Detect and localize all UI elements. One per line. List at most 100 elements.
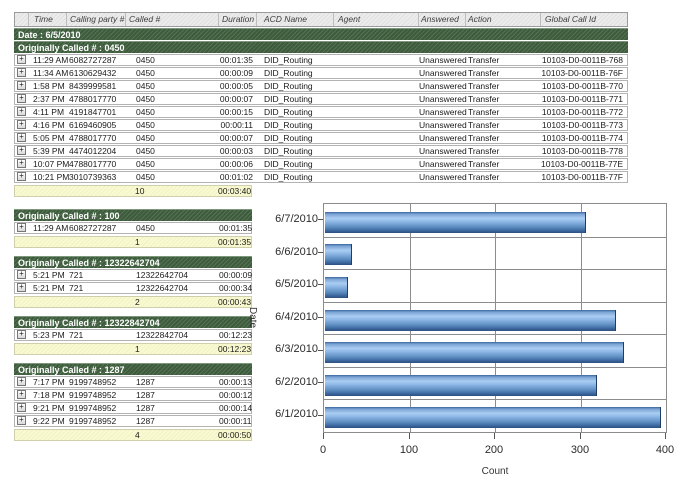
x-tick-label: 0 [301,444,345,456]
expand-cell: + [15,416,29,426]
group-header-band: Originally Called # : 12322642704 [14,256,252,268]
date-group-band: Date : 6/5/2010 [14,28,628,40]
expand-cell: + [15,120,29,130]
expand-row-button[interactable]: + [17,270,26,279]
cell-called: 0450 [126,81,219,91]
expand-row-button[interactable]: + [17,159,26,168]
group-header-label: Originally Called # : 1287 [18,365,125,375]
expand-row-button[interactable]: + [17,146,26,155]
x-tick-mark [494,433,495,439]
cell-act: Transfer [466,55,541,65]
cell-ans: Unanswered [419,146,466,156]
cell-acd: DID_Routing [257,133,334,143]
cell-time: 10:21 PM [29,172,67,182]
expand-row-button[interactable]: + [17,377,26,386]
x-tick-mark [323,433,324,439]
expand-row-button[interactable]: + [17,133,26,142]
expand-row-button[interactable]: + [17,330,26,339]
cell-agent [334,172,419,182]
group-header-band: Originally Called # : 100 [14,209,252,221]
expand-row-button[interactable]: + [17,55,26,64]
cell-act: Transfer [466,159,541,169]
cell-calling: 721 [67,330,126,340]
cell-act: Transfer [466,172,541,182]
summary-call-count: 2 [125,297,218,307]
table-header-row: TimeCalling party #Called #DurationACD N… [14,12,628,27]
cell-dur: 00:00:07 [219,94,257,104]
cell-acd: DID_Routing [257,94,334,104]
expand-cell: + [15,283,29,293]
expand-row-button[interactable]: + [17,416,26,425]
expand-row-button[interactable]: + [17,223,26,232]
gridline-horizontal [324,399,666,400]
cell-acd: DID_Routing [257,55,334,65]
gridline-horizontal [324,334,666,335]
expand-row-button[interactable]: + [17,390,26,399]
cell-time: 5:21 PM [29,270,67,280]
expand-row-button[interactable]: + [17,120,26,129]
cell-acd: DID_Routing [257,107,334,117]
y-tick-mark [318,382,323,383]
expand-row-button[interactable]: + [17,68,26,77]
cell-time: 7:18 PM [29,390,67,400]
column-header-act: Action [466,13,541,26]
expand-cell: + [15,159,29,169]
cell-called: 1287 [126,416,219,426]
expand-row-button[interactable]: + [17,403,26,412]
chart-bar [325,244,352,265]
cell-called: 0450 [126,94,219,104]
expand-cell: + [15,81,29,91]
x-tick-mark [665,433,666,439]
y-tick-label: 6/2/2010 [258,366,318,399]
cell-act: Transfer [466,68,541,78]
group-summary-row: 100:12:23 [14,343,252,355]
cell-dur: 00:00:03 [219,146,257,156]
cell-dur: 00:01:35 [219,55,257,65]
column-header-called: Called # [126,13,219,26]
cell-time: 5:39 PM [29,146,67,156]
column-header-calling: Calling party # [67,13,126,26]
cell-act: Transfer [466,81,541,91]
expand-row-button[interactable]: + [17,81,26,90]
expand-cell: + [15,55,29,65]
expand-row-button[interactable]: + [17,107,26,116]
expand-row-button[interactable]: + [17,94,26,103]
cell-act: Transfer [466,133,541,143]
call-report-screen: TimeCalling party #Called #DurationACD N… [0,0,676,485]
table-row: +2:37 PM4788017770045000:00:07DID_Routin… [14,93,628,105]
expand-cell: + [15,107,29,117]
cell-called: 1287 [126,403,219,413]
group-header-band: Originally Called # : 0450 [14,41,628,53]
table-row: +1:58 PM8439999581045000:00:05DID_Routin… [14,80,628,92]
cell-calling: 9199748952 [67,377,126,387]
x-tick-mark [580,433,581,439]
cell-called: 1287 [126,377,219,387]
table-row: +5:21 PM7211232264270400:00:34 [14,282,252,294]
chart-bar [325,375,597,396]
group-summary-row: 200:00:43 [14,296,252,308]
y-tick-mark [318,350,323,351]
cell-called: 12322642704 [126,283,219,293]
cell-acd: DID_Routing [257,172,334,182]
expand-row-button[interactable]: + [17,283,26,292]
cell-ans: Unanswered [419,81,466,91]
cell-called: 0450 [126,146,219,156]
cell-gid: 10103-D0-0011B-771 [541,94,629,104]
expand-row-button[interactable]: + [17,172,26,181]
group-header-label: Originally Called # : 12322642704 [18,258,160,268]
expand-cell: + [15,403,29,413]
cell-called: 1287 [126,390,219,400]
y-tick-mark [318,284,323,285]
cell-gid: 10103-D0-0011B-768 [541,55,629,65]
summary-call-count: 1 [125,344,218,354]
column-header-gid: Global Call Id [541,13,629,26]
y-tick-label: 6/6/2010 [258,236,318,269]
y-axis-title: Date [247,203,258,433]
cell-calling: 9199748952 [67,390,126,400]
cell-time: 7:17 PM [29,377,67,387]
cell-agent [334,159,419,169]
cell-act: Transfer [466,94,541,104]
expand-cell: + [15,390,29,400]
cell-agent [334,94,419,104]
cell-ans: Unanswered [419,68,466,78]
